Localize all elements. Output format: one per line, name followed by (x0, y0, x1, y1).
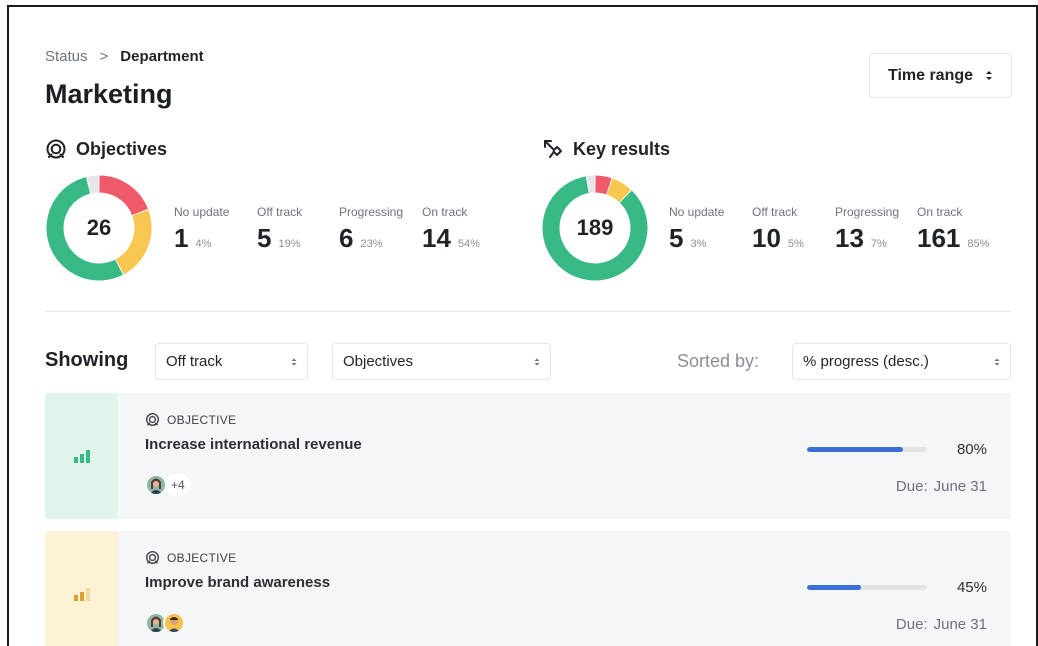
target-icon (146, 413, 159, 426)
breadcrumb-department: Department (120, 48, 204, 65)
status-indicator-on-track (45, 393, 118, 519)
card-title[interactable]: Improve brand awareness (145, 574, 330, 591)
stat-label: No update (669, 205, 725, 219)
progress-bar-fill (807, 585, 861, 590)
status-filter-value: Off track (166, 353, 223, 370)
more-members-badge[interactable]: +4 (165, 474, 191, 496)
stat-value: 14 (422, 223, 451, 253)
time-range-button[interactable]: Time range (869, 53, 1012, 98)
target-icon (146, 551, 159, 564)
card-type-label: OBJECTIVE (167, 550, 237, 565)
sort-select[interactable]: % progress (desc.) (792, 343, 1011, 380)
sorted-by-label: Sorted by: (677, 351, 760, 371)
stat-percent: 5% (787, 238, 804, 250)
stat-label: On track (422, 205, 468, 219)
type-filter-select[interactable]: Objectives (332, 343, 551, 380)
key-results-stat-on-track: On track 161 85% (917, 205, 989, 254)
card-type-label: OBJECTIVE (167, 412, 237, 427)
showing-label: Showing (45, 349, 129, 371)
bar-chart-icon (73, 450, 90, 463)
stat-percent: 3% (690, 238, 707, 250)
stat-label: Off track (752, 205, 798, 219)
stat-percent: 54% (457, 238, 480, 250)
stat-label: Progressing (339, 205, 404, 219)
target-icon (46, 139, 66, 159)
stat-percent: 4% (195, 238, 212, 250)
stat-percent: 85% (967, 238, 990, 250)
stat-value: 13 (835, 223, 864, 253)
objective-card[interactable]: OBJECTIVE Increase international revenue… (45, 393, 1011, 519)
stat-label: On track (917, 205, 963, 219)
key-results-stat-no-update: No update 5 3% (669, 205, 724, 254)
type-filter-value: Objectives (343, 353, 414, 370)
stat-value: 6 (339, 223, 354, 253)
due-date: Due: June 31 (896, 478, 987, 495)
select-chevron-icon (291, 357, 297, 366)
objectives-donut-chart: 26 (45, 174, 153, 282)
app-window: Status > Department Marketing Time range… (7, 5, 1038, 646)
stat-value: 161 (917, 223, 961, 253)
progress-bar-fill (807, 447, 903, 452)
objectives-stat-on-track: On track 14 54% (422, 205, 480, 254)
member-avatars[interactable]: +4 (145, 474, 191, 496)
card-type: OBJECTIVE (145, 550, 236, 565)
stat-value: 1 (174, 223, 189, 253)
objectives-stat-progressing: Progressing 6 23% (339, 205, 403, 254)
status-indicator-progressing (45, 531, 118, 646)
key-results-stat-off-track: Off track 10 5% (752, 205, 804, 254)
stat-percent: 23% (360, 238, 383, 250)
due-label: Due: (895, 616, 928, 633)
key-results-stat-progressing: Progressing 13 7% (835, 205, 899, 254)
progress-percent: 45% (956, 579, 987, 596)
progress-bar (807, 585, 927, 590)
stat-percent: 7% (870, 238, 887, 250)
select-chevron-icon (994, 357, 1000, 366)
bar-chart-icon (73, 588, 90, 601)
avatar[interactable] (163, 612, 185, 634)
stat-percent: 19% (278, 238, 301, 250)
time-range-label: Time range (887, 66, 974, 84)
section-divider (45, 311, 1011, 312)
stat-label: No update (174, 205, 230, 219)
objectives-total: 26 (86, 215, 112, 240)
objectives-title: Objectives (76, 138, 168, 159)
progress-bar (807, 447, 927, 452)
objective-card[interactable]: OBJECTIVE Improve brand awareness 45% Du… (45, 531, 1011, 646)
stat-label: Off track (257, 205, 303, 219)
key-results-total: 189 (576, 215, 614, 240)
rocket-icon (544, 140, 562, 158)
objectives-stat-off-track: Off track 5 19% (257, 205, 302, 254)
breadcrumb: Status > Department (45, 48, 204, 65)
key-results-heading: Key results (542, 138, 670, 160)
progress-percent: 80% (956, 441, 987, 458)
objectives-stat-no-update: No update 1 4% (174, 205, 229, 254)
stat-label: Progressing (835, 205, 900, 219)
objectives-heading: Objectives (45, 138, 167, 160)
sort-chevron-icon (985, 70, 993, 81)
breadcrumb-status[interactable]: Status (45, 48, 88, 65)
key-results-donut-chart: 189 (541, 174, 649, 282)
key-results-title: Key results (573, 138, 671, 159)
stat-value: 10 (752, 223, 781, 253)
due-value: June 31 (933, 616, 987, 633)
due-label: Due: (895, 478, 928, 495)
sort-value: % progress (desc.) (803, 353, 929, 370)
card-type: OBJECTIVE (145, 412, 236, 427)
member-avatars[interactable] (145, 612, 185, 634)
breadcrumb-separator: > (99, 48, 109, 65)
stat-value: 5 (257, 223, 272, 253)
stat-value: 5 (669, 223, 684, 253)
card-title[interactable]: Increase international revenue (145, 436, 362, 453)
due-value: June 31 (933, 478, 987, 495)
avatar[interactable] (145, 474, 167, 496)
due-date: Due: June 31 (896, 616, 987, 633)
status-filter-select[interactable]: Off track (155, 343, 308, 380)
select-chevron-icon (534, 357, 540, 366)
page-title: Marketing (45, 79, 173, 109)
